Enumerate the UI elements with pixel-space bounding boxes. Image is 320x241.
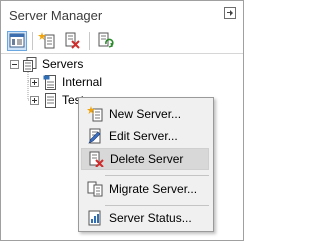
server-icon: [43, 74, 56, 90]
migrate-server-icon: [87, 181, 103, 197]
delete-server-button[interactable]: [63, 31, 83, 51]
delete-server-icon: [89, 151, 104, 167]
menu-item-migrate-server[interactable]: Migrate Server...: [81, 178, 209, 200]
tree-node-servers[interactable]: Servers: [10, 56, 83, 72]
expand-icon[interactable]: [30, 77, 39, 87]
menu-item-new-server[interactable]: New Server...: [81, 103, 209, 125]
pin-icon[interactable]: [224, 7, 236, 19]
menu-separator: [105, 205, 209, 206]
tree-node-internal[interactable]: Internal: [30, 74, 102, 90]
menu-item-server-status[interactable]: Server Status...: [81, 207, 209, 229]
server-icon: [45, 92, 56, 108]
tree-node-test[interactable]: Test: [30, 92, 84, 108]
menu-item-edit-server[interactable]: Edit Server...: [81, 125, 209, 147]
menu-separator: [105, 175, 209, 176]
server-status-icon: [88, 210, 101, 226]
new-server-button[interactable]: [38, 31, 58, 51]
tree-label: Internal: [62, 75, 103, 89]
delete-server-icon: [65, 32, 80, 49]
refresh-button[interactable]: [96, 31, 116, 51]
collapse-icon[interactable]: [10, 59, 19, 69]
new-server-icon: [38, 32, 55, 49]
menu-item-delete-server[interactable]: Delete Server: [81, 148, 209, 170]
server-view-button[interactable]: [7, 31, 27, 51]
new-server-icon: [87, 106, 103, 122]
panel-title: Server Manager: [9, 8, 103, 23]
refresh-icon: [98, 32, 114, 48]
edit-server-icon: [88, 128, 101, 144]
expand-icon[interactable]: [30, 95, 39, 105]
tree-label: Servers: [42, 57, 84, 71]
server-view-icon: [9, 33, 25, 48]
panel-titlebar: Server Manager: [1, 1, 243, 29]
servers-group-icon: [23, 56, 37, 72]
context-menu: New Server... Edit Server... Delete Serv…: [78, 97, 214, 232]
toolbar: [1, 29, 243, 54]
